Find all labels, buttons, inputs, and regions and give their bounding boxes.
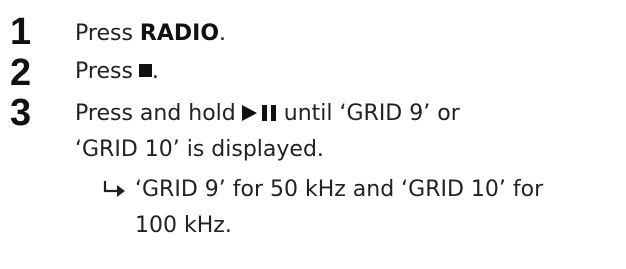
step-suffix: . xyxy=(219,21,227,46)
step-prefix: Press xyxy=(75,21,140,46)
step-prefix: Press and hold xyxy=(75,101,236,126)
step-line1-suffix: until ‘GRID 9’ or xyxy=(283,101,460,126)
step-text: Press. xyxy=(75,54,159,90)
result-arrow-icon xyxy=(103,174,127,197)
radio-key-label: RADIO xyxy=(139,21,220,46)
step-number: 3 xyxy=(10,92,32,134)
step-suffix: . xyxy=(151,59,159,84)
play-pause-icon xyxy=(241,97,280,133)
step-text: Press and hold until ‘GRID 9’ or xyxy=(75,96,460,133)
stop-icon xyxy=(138,64,152,77)
step-result: ‘GRID 9’ for 50 kHz and ‘GRID 10’ for xyxy=(103,172,543,208)
result-line1: ‘GRID 9’ for 50 kHz and ‘GRID 10’ for xyxy=(135,177,544,202)
step-result-continued: 100 kHz. xyxy=(135,213,232,238)
step-number: 2 xyxy=(10,52,32,94)
step-prefix: Press xyxy=(75,59,133,84)
step-text: Press RADIO. xyxy=(75,16,226,52)
step-text-continued: ‘GRID 10’ is displayed. xyxy=(75,137,324,162)
step-number: 1 xyxy=(10,11,32,53)
